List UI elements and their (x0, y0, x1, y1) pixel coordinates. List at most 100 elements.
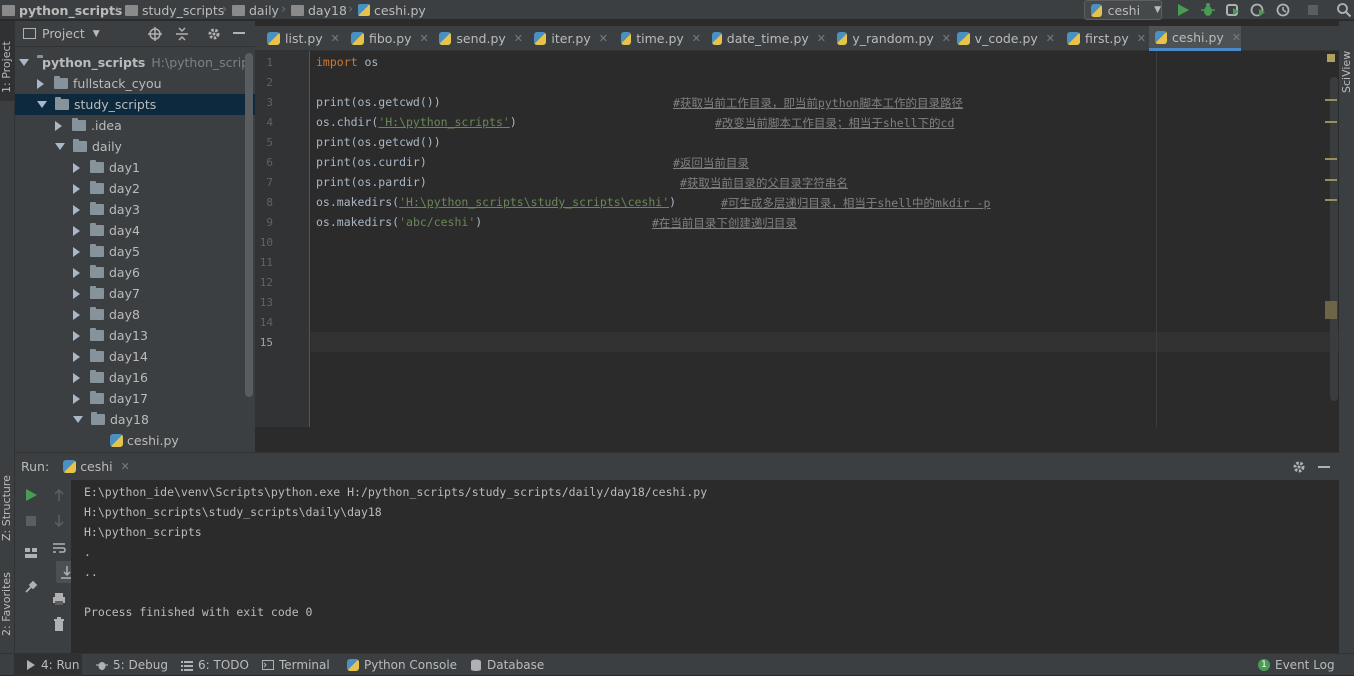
tree-item-ceshi-py[interactable]: ceshi.py (15, 430, 244, 451)
layout-icon[interactable] (23, 545, 39, 561)
gear-icon[interactable] (207, 27, 221, 41)
hide-panel-icon[interactable] (1318, 466, 1330, 468)
run-with-coverage-icon[interactable] (1225, 2, 1241, 18)
code-editor[interactable]: 1 2 3 4 5 6 7 8 9 10 11 12 13 14 15 impo… (255, 51, 1339, 427)
print-icon[interactable] (51, 591, 67, 607)
tab-time-py[interactable]: time.py ✕ (615, 26, 701, 51)
collapsed-arrow-icon[interactable] (37, 78, 44, 89)
close-icon[interactable]: ✕ (1232, 31, 1241, 44)
tree-item-day6[interactable]: day6 (15, 262, 244, 283)
structure-tool-label[interactable]: Z: Structure (0, 475, 13, 541)
gear-icon[interactable] (1292, 460, 1306, 474)
collapsed-arrow-icon[interactable] (73, 225, 80, 236)
close-icon[interactable]: ✕ (942, 32, 951, 45)
database-tool-button[interactable]: Database (470, 654, 544, 676)
tree-item-fullstack-cyou[interactable]: fullstack_cyou (15, 73, 244, 94)
close-icon[interactable]: ✕ (817, 32, 826, 45)
collapsed-arrow-icon[interactable] (73, 309, 80, 320)
tab-date-time-py[interactable]: date_time.py ✕ (706, 26, 826, 51)
locate-icon[interactable] (148, 27, 162, 41)
tree-item-day17[interactable]: day17 (15, 388, 244, 409)
run-tool-button[interactable]: 4: Run (26, 654, 80, 676)
editor-scrollbar[interactable] (1330, 77, 1338, 401)
collapsed-arrow-icon[interactable] (73, 267, 80, 278)
tree-item-day18[interactable]: day18 (15, 409, 244, 430)
collapsed-arrow-icon[interactable] (55, 120, 62, 131)
breadcrumb-root[interactable]: python_scripts (2, 1, 122, 19)
warning-marker[interactable] (1325, 99, 1337, 101)
collapsed-arrow-icon[interactable] (73, 204, 80, 215)
tree-item-day3[interactable]: day3 (15, 199, 244, 220)
rerun-icon[interactable] (23, 487, 39, 503)
collapsed-arrow-icon[interactable] (73, 372, 80, 383)
tree-item-day8[interactable]: day8 (15, 304, 244, 325)
tree-item-day16[interactable]: day16 (15, 367, 244, 388)
collapsed-arrow-icon[interactable] (73, 288, 80, 299)
collapsed-arrow-icon[interactable] (73, 183, 80, 194)
tab-send-py[interactable]: send.py ✕ (433, 26, 523, 51)
profile-icon[interactable] (1250, 2, 1266, 18)
tab-v-code-py[interactable]: v_code.py ✕ (951, 26, 1055, 51)
favorites-tool-label[interactable]: 2: Favorites (0, 572, 13, 636)
expanded-arrow-icon[interactable] (19, 59, 29, 66)
pin-icon[interactable] (23, 579, 39, 595)
expanded-arrow-icon[interactable] (55, 143, 65, 150)
close-icon[interactable]: ✕ (599, 32, 608, 45)
arrow-down-icon[interactable] (51, 513, 67, 529)
collapsed-arrow-icon[interactable] (73, 246, 80, 257)
breadcrumb-item-study-scripts[interactable]: study_scripts (125, 1, 224, 19)
project-scrollbar[interactable] (245, 53, 253, 397)
breadcrumb-item-day18[interactable]: day18 (291, 1, 347, 19)
run-configuration-select[interactable]: ceshi ▼ (1084, 0, 1162, 20)
search-icon[interactable] (1336, 2, 1352, 18)
close-icon[interactable]: ✕ (331, 32, 340, 45)
hide-panel-icon[interactable] (233, 32, 245, 34)
python-console-tool-button[interactable]: Python Console (347, 654, 457, 676)
close-icon[interactable]: ✕ (1137, 32, 1146, 45)
stop-icon[interactable] (23, 513, 39, 529)
warning-marker[interactable] (1325, 179, 1337, 181)
scroll-position-marker[interactable] (1325, 301, 1337, 319)
tree-item-day4[interactable]: day4 (15, 220, 244, 241)
tab-ceshi-py[interactable]: ceshi.py ✕ (1149, 26, 1241, 51)
arrow-up-icon[interactable] (51, 487, 67, 503)
sciview-tool-label[interactable]: SciView (1340, 51, 1353, 93)
tree-item-day2[interactable]: day2 (15, 178, 244, 199)
tree-item-python-scripts[interactable]: python_scripts H:\python_scrip (15, 52, 249, 73)
concurrency-icon[interactable] (1275, 2, 1291, 18)
run-tab-label[interactable]: ceshi (80, 459, 112, 474)
warning-marker[interactable] (1325, 199, 1337, 201)
warning-marker[interactable] (1325, 158, 1337, 160)
close-icon[interactable]: ✕ (1046, 32, 1055, 45)
expanded-arrow-icon[interactable] (37, 101, 47, 108)
tree-item-day1[interactable]: day1 (15, 157, 244, 178)
todo-tool-button[interactable]: 6: TODO (181, 654, 249, 676)
chevron-down-icon[interactable]: ▼ (93, 29, 100, 39)
project-panel-title[interactable]: Project (42, 26, 85, 41)
tab-fibo-py[interactable]: fibo.py ✕ (345, 26, 431, 51)
terminal-tool-button[interactable]: Terminal (262, 654, 330, 676)
expanded-arrow-icon[interactable] (73, 416, 83, 423)
collapse-all-icon[interactable] (175, 27, 189, 41)
close-icon[interactable]: ✕ (121, 460, 130, 473)
tab-y-random-py[interactable]: y_random.py ✕ (831, 26, 951, 51)
breadcrumb-item-daily[interactable]: daily (232, 1, 279, 19)
tree-item-day7[interactable]: day7 (15, 283, 244, 304)
event-log-button[interactable]: 1 Event Log (1258, 654, 1335, 676)
tab-first-py[interactable]: first.py ✕ (1061, 26, 1151, 51)
run-icon[interactable] (1175, 2, 1191, 18)
breadcrumb-item-file[interactable]: ceshi.py (358, 1, 426, 19)
tree-item-study-scripts[interactable]: study_scripts (15, 94, 255, 115)
collapsed-arrow-icon[interactable] (73, 393, 80, 404)
collapsed-arrow-icon[interactable] (73, 351, 80, 362)
tree-item-idea[interactable]: .idea (15, 115, 244, 136)
soft-wrap-icon[interactable] (51, 540, 67, 556)
debug-icon[interactable] (1200, 2, 1216, 18)
project-tool-label[interactable]: 1: Project (0, 41, 13, 93)
warning-marker[interactable] (1325, 121, 1337, 123)
collapsed-arrow-icon[interactable] (73, 162, 80, 173)
close-icon[interactable]: ✕ (514, 32, 523, 45)
trash-icon[interactable] (51, 616, 67, 632)
close-icon[interactable]: ✕ (692, 32, 701, 45)
tree-item-day13[interactable]: day13 (15, 325, 244, 346)
